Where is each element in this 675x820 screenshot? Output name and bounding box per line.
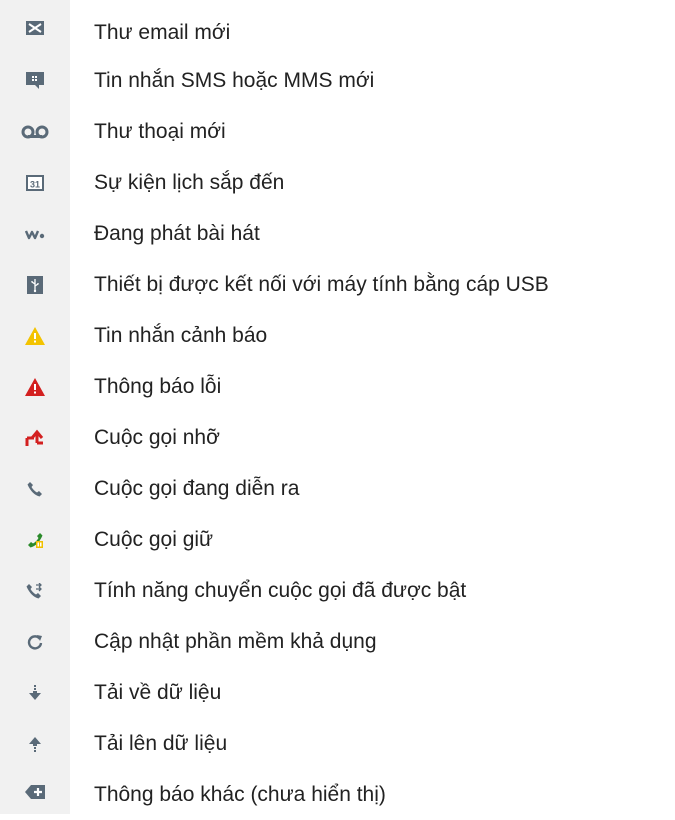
ongoing-call-icon bbox=[27, 481, 42, 496]
list-item: Thông báo khác (chưa hiển thị) bbox=[0, 769, 675, 820]
list-item: Đang phát bài hát bbox=[0, 208, 675, 259]
list-item: Thư thoại mới bbox=[0, 106, 675, 157]
list-item: Tải lên dữ liệu bbox=[0, 718, 675, 769]
list-item: 31 Sự kiện lịch sắp đến bbox=[0, 157, 675, 208]
list-item: Thư email mới bbox=[0, 0, 675, 55]
download-icon bbox=[29, 684, 41, 700]
usb-icon bbox=[27, 275, 43, 294]
list-item-label: Thông báo khác (chưa hiển thị) bbox=[94, 782, 386, 806]
list-item: Thiết bị được kết nối với máy tính bằng … bbox=[0, 259, 675, 310]
list-item: Tin nhắn cảnh báo bbox=[0, 310, 675, 361]
call-on-hold-icon bbox=[28, 532, 43, 548]
call-forwarding-icon bbox=[26, 582, 42, 598]
list-item-label: Đang phát bài hát bbox=[94, 221, 260, 245]
list-item-label: Cuộc gọi nhỡ bbox=[94, 425, 220, 449]
list-item-label: Sự kiện lịch sắp đến bbox=[94, 170, 285, 194]
more-notifications-icon bbox=[25, 784, 45, 799]
list-item-label: Tin nhắn cảnh báo bbox=[94, 323, 268, 347]
list-item-label: Tải lên dữ liệu bbox=[94, 731, 228, 755]
email-icon bbox=[26, 20, 44, 35]
list-item-label: Cuộc gọi đang diễn ra bbox=[94, 476, 300, 500]
notification-icon-list: Thư email mới Tin nhắn SMS hoặc MMS mới … bbox=[0, 0, 675, 820]
list-item-label: Tin nhắn SMS hoặc MMS mới bbox=[94, 68, 375, 92]
list-item-label: Thiết bị được kết nối với máy tính bằng … bbox=[94, 272, 549, 296]
list-item: Cập nhật phần mềm khả dụng bbox=[0, 616, 675, 667]
list-item: Tính năng chuyển cuộc gọi đã được bật bbox=[0, 565, 675, 616]
walkman-icon bbox=[25, 230, 45, 239]
list-item-label: Thư thoại mới bbox=[94, 119, 226, 143]
sms-icon bbox=[26, 72, 44, 89]
list-item: Cuộc gọi đang diễn ra bbox=[0, 463, 675, 514]
software-update-icon bbox=[27, 634, 43, 649]
list-item-label: Cập nhật phần mềm khả dụng bbox=[94, 629, 377, 653]
list-item-label: Tải về dữ liệu bbox=[94, 680, 222, 704]
list-item: Cuộc gọi nhỡ bbox=[0, 412, 675, 463]
list-item: Tin nhắn SMS hoặc MMS mới bbox=[0, 55, 675, 106]
list-item: Thông báo lỗi bbox=[0, 361, 675, 412]
calendar-icon: 31 bbox=[26, 174, 44, 191]
list-item: Cuộc gọi giữ bbox=[0, 514, 675, 565]
list-item: Tải về dữ liệu bbox=[0, 667, 675, 718]
list-item-label: Thư email mới bbox=[94, 21, 231, 44]
upload-icon bbox=[29, 736, 41, 752]
missed-call-icon bbox=[25, 429, 44, 446]
list-item-label: Thông báo lỗi bbox=[94, 374, 222, 398]
list-item-label: Cuộc gọi giữ bbox=[94, 527, 214, 551]
svg-text:31: 31 bbox=[30, 179, 40, 189]
warning-icon bbox=[25, 326, 45, 345]
error-icon bbox=[25, 377, 45, 396]
list-item-label: Tính năng chuyển cuộc gọi đã được bật bbox=[94, 578, 467, 602]
voicemail-icon bbox=[21, 125, 49, 138]
